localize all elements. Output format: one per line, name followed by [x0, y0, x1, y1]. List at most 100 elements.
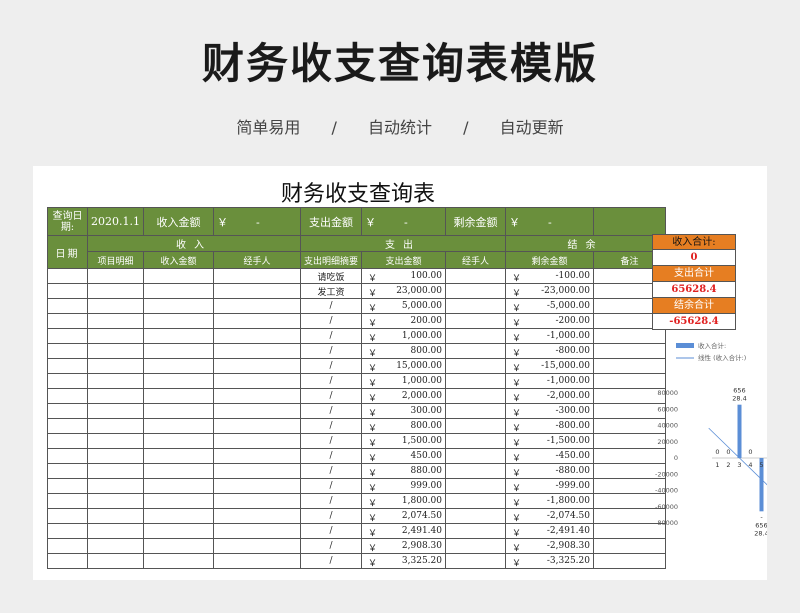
cell-expense-handler[interactable]: [445, 313, 506, 329]
expense-amount-value[interactable]: ￥ -: [361, 207, 446, 236]
cell-date[interactable]: [47, 478, 88, 494]
cell-income-handler[interactable]: [212, 313, 301, 329]
cell-expense-amount[interactable]: ￥ 15,000.00: [361, 358, 446, 374]
cell-balance-amount[interactable]: ￥ -15,000.00: [505, 358, 594, 374]
cell-expense-summary[interactable]: 发工资: [299, 283, 363, 299]
balance-amount-value[interactable]: ￥ -: [505, 207, 594, 236]
cell-date[interactable]: [47, 433, 88, 449]
cell-expense-summary[interactable]: /: [299, 538, 363, 554]
cell-income-handler[interactable]: [212, 493, 301, 509]
cell-income-amount[interactable]: [142, 508, 214, 524]
cell-expense-handler[interactable]: [445, 388, 506, 404]
cell-income-handler[interactable]: [212, 358, 301, 374]
cell-balance-amount[interactable]: ￥ -1,000.00: [505, 373, 594, 389]
cell-date[interactable]: [47, 463, 88, 479]
cell-date[interactable]: [47, 328, 88, 344]
cell-expense-handler[interactable]: [445, 508, 506, 524]
cell-date[interactable]: [47, 403, 88, 419]
cell-item-detail[interactable]: [87, 448, 144, 464]
cell-item-detail[interactable]: [87, 493, 144, 509]
cell-item-detail[interactable]: [87, 508, 144, 524]
cell-income-handler[interactable]: [212, 508, 301, 524]
cell-expense-summary[interactable]: /: [299, 403, 363, 419]
cell-balance-amount[interactable]: ￥ -2,908.30: [505, 538, 594, 554]
cell-income-amount[interactable]: [142, 298, 214, 314]
cell-date[interactable]: [47, 553, 88, 569]
cell-expense-amount[interactable]: ￥ 800.00: [361, 343, 446, 359]
cell-item-detail[interactable]: [87, 433, 144, 449]
cell-balance-amount[interactable]: ￥ -450.00: [505, 448, 594, 464]
cell-date[interactable]: [47, 538, 88, 554]
cell-expense-handler[interactable]: [445, 343, 506, 359]
cell-balance-amount[interactable]: ￥ -880.00: [505, 463, 594, 479]
cell-income-handler[interactable]: [212, 553, 301, 569]
cell-balance-amount[interactable]: ￥ -2,491.40: [505, 523, 594, 539]
cell-income-amount[interactable]: [142, 523, 214, 539]
cell-expense-summary[interactable]: /: [299, 358, 363, 374]
cell-item-detail[interactable]: [87, 313, 144, 329]
cell-income-amount[interactable]: [142, 433, 214, 449]
cell-balance-amount[interactable]: ￥ -23,000.00: [505, 283, 594, 299]
cell-expense-handler[interactable]: [445, 493, 506, 509]
cell-expense-amount[interactable]: ￥ 2,000.00: [361, 388, 446, 404]
cell-expense-summary[interactable]: /: [299, 523, 363, 539]
cell-item-detail[interactable]: [87, 523, 144, 539]
cell-income-amount[interactable]: [142, 328, 214, 344]
cell-expense-amount[interactable]: ￥ 2,491.40: [361, 523, 446, 539]
cell-date[interactable]: [47, 418, 88, 434]
cell-expense-summary[interactable]: /: [299, 508, 363, 524]
cell-expense-summary[interactable]: /: [299, 433, 363, 449]
cell-balance-amount[interactable]: ￥ -800.00: [505, 343, 594, 359]
cell-date[interactable]: [47, 448, 88, 464]
cell-expense-amount[interactable]: ￥ 3,325.20: [361, 553, 446, 569]
cell-income-amount[interactable]: [142, 358, 214, 374]
cell-item-detail[interactable]: [87, 538, 144, 554]
cell-date[interactable]: [47, 343, 88, 359]
cell-expense-summary[interactable]: /: [299, 328, 363, 344]
cell-income-handler[interactable]: [212, 343, 301, 359]
cell-expense-handler[interactable]: [445, 283, 506, 299]
cell-expense-summary[interactable]: /: [299, 478, 363, 494]
cell-balance-amount[interactable]: ￥ -5,000.00: [505, 298, 594, 314]
cell-balance-amount[interactable]: ￥ -2,074.50: [505, 508, 594, 524]
cell-balance-amount[interactable]: ￥ -1,000.00: [505, 328, 594, 344]
cell-expense-summary[interactable]: /: [299, 418, 363, 434]
cell-expense-handler[interactable]: [445, 373, 506, 389]
cell-item-detail[interactable]: [87, 403, 144, 419]
cell-date[interactable]: [47, 523, 88, 539]
cell-expense-summary[interactable]: 请吃饭: [299, 268, 363, 284]
cell-item-detail[interactable]: [87, 358, 144, 374]
cell-expense-summary[interactable]: /: [299, 298, 363, 314]
cell-item-detail[interactable]: [87, 328, 144, 344]
cell-expense-amount[interactable]: ￥ 999.00: [361, 478, 446, 494]
cell-income-handler[interactable]: [212, 403, 301, 419]
cell-income-amount[interactable]: [142, 418, 214, 434]
cell-expense-handler[interactable]: [445, 403, 506, 419]
cell-expense-handler[interactable]: [445, 448, 506, 464]
cell-income-amount[interactable]: [142, 538, 214, 554]
cell-expense-handler[interactable]: [445, 328, 506, 344]
cell-expense-handler[interactable]: [445, 463, 506, 479]
income-total-value[interactable]: 0: [652, 250, 736, 266]
cell-item-detail[interactable]: [87, 553, 144, 569]
cell-balance-amount[interactable]: ￥ -200.00: [505, 313, 594, 329]
balance-total-value[interactable]: -65628.4: [652, 314, 736, 330]
cell-expense-summary[interactable]: /: [299, 343, 363, 359]
cell-expense-amount[interactable]: ￥ 200.00: [361, 313, 446, 329]
cell-expense-handler[interactable]: [445, 298, 506, 314]
cell-income-handler[interactable]: [212, 478, 301, 494]
cell-expense-handler[interactable]: [445, 358, 506, 374]
cell-income-handler[interactable]: [212, 283, 301, 299]
cell-expense-summary[interactable]: /: [299, 313, 363, 329]
header-empty-cell[interactable]: [593, 207, 666, 236]
cell-balance-amount[interactable]: ￥ -1,500.00: [505, 433, 594, 449]
cell-balance-amount[interactable]: ￥ -2,000.00: [505, 388, 594, 404]
cell-expense-amount[interactable]: ￥ 23,000.00: [361, 283, 446, 299]
income-total-chart[interactable]: 收入合计:线性 (收入合计:)800006000040000200000-200…: [652, 338, 767, 563]
cell-income-amount[interactable]: [142, 553, 214, 569]
cell-expense-handler[interactable]: [445, 418, 506, 434]
cell-expense-handler[interactable]: [445, 553, 506, 569]
cell-item-detail[interactable]: [87, 478, 144, 494]
cell-income-handler[interactable]: [212, 298, 301, 314]
cell-income-amount[interactable]: [142, 403, 214, 419]
